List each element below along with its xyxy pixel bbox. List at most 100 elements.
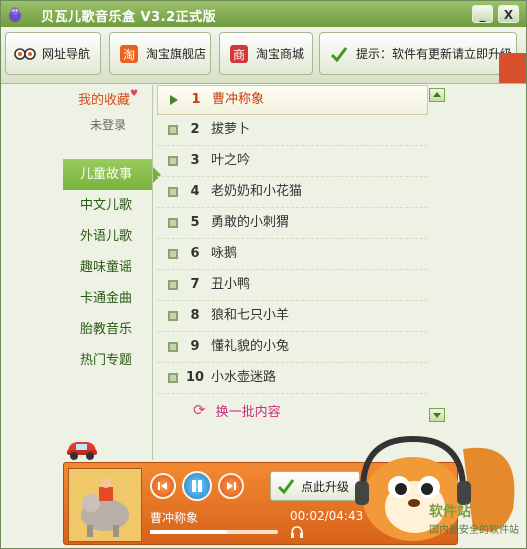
upgrade-button[interactable]: 点此升级: [270, 471, 360, 501]
favorites-panel[interactable]: 我的收藏♥ 未登录: [63, 89, 153, 133]
scroll-up-button[interactable]: [429, 88, 445, 102]
taobao-mall-button[interactable]: 商 淘宝商城: [219, 32, 313, 75]
playlist-row[interactable]: 1 曹冲称象: [157, 85, 428, 115]
playlist-row[interactable]: 8 狼和七只小羊: [157, 301, 428, 332]
playlist: 1 曹冲称象 2 拔萝卜 3 叶之吟 4 老奶奶和小花猫 5 勇敢的小刺猬 6 …: [157, 85, 428, 426]
mall-icon: 商: [228, 43, 250, 65]
app-window: 贝瓦儿歌音乐盒 V3.2正式版 _ X 网址导航 淘 淘宝旗舰店 商 淘宝商城: [0, 0, 527, 549]
list-icon: [163, 342, 183, 352]
track-number: 4: [190, 184, 200, 199]
refresh-list-button[interactable]: ⟳ 换一批内容: [157, 394, 428, 426]
list-icon: [163, 156, 183, 166]
watermark: 软件站 国内最安全的软件站: [429, 501, 519, 536]
category-item[interactable]: 儿童故事: [63, 159, 161, 190]
taobao-store-button[interactable]: 淘 淘宝旗舰店: [109, 32, 211, 75]
svg-text:淘: 淘: [123, 48, 135, 62]
list-icon: [163, 187, 183, 197]
update-hint-label: 提示：软件有更新请立即升级: [356, 47, 513, 61]
headphones-icon: [291, 526, 303, 538]
category-item[interactable]: 胎教音乐: [63, 314, 153, 345]
next-button[interactable]: [218, 473, 244, 499]
play-indicator-icon: [164, 95, 184, 105]
playlist-row[interactable]: 3 叶之吟: [157, 146, 428, 177]
playlist-scrollbar[interactable]: [429, 86, 446, 426]
previous-button[interactable]: [150, 473, 176, 499]
volume-control[interactable]: [290, 525, 336, 539]
track-title: 叶之吟: [211, 153, 251, 168]
arrow-up-icon: [433, 92, 441, 97]
car-icon: [67, 442, 97, 460]
track-number: 3: [190, 153, 200, 168]
app-icon: [9, 7, 21, 22]
track-title: 勇敢的小刺猬: [211, 215, 290, 230]
favorites-title-row: 我的收藏♥: [63, 89, 153, 108]
svg-text:商: 商: [233, 47, 245, 62]
corner-ribbon: [499, 53, 526, 83]
upgrade-label: 点此升级: [301, 479, 350, 494]
category-item[interactable]: 热门专题: [63, 345, 153, 376]
next-icon: [227, 482, 236, 490]
track-number: 1: [191, 92, 201, 107]
list-icon: [163, 125, 183, 135]
list-icon: [163, 218, 183, 228]
track-title: 曹冲称象: [212, 92, 265, 107]
category-item[interactable]: 外语儿歌: [63, 221, 153, 252]
list-icon: [163, 280, 183, 290]
track-number: 10: [185, 370, 205, 385]
favorites-title[interactable]: 我的收藏: [78, 93, 130, 108]
taobao-icon: 淘: [118, 43, 140, 65]
playlist-row[interactable]: 7 丑小鸭: [157, 270, 428, 301]
login-status[interactable]: 未登录: [63, 116, 153, 133]
playlist-row[interactable]: 5 勇敢的小刺猬: [157, 208, 428, 239]
track-title: 狼和七只小羊: [211, 308, 290, 323]
list-icon: [163, 373, 183, 383]
track-title: 丑小鸭: [211, 277, 251, 292]
playlist-row[interactable]: 6 咏鹅: [157, 239, 428, 270]
close-button[interactable]: X: [498, 5, 519, 23]
track-number: 7: [190, 277, 200, 292]
panel-divider: [152, 85, 153, 460]
minimize-button[interactable]: _: [472, 5, 493, 23]
category-item[interactable]: 卡通金曲: [63, 283, 153, 314]
pause-icon: [192, 480, 202, 492]
heart-icon: ♥: [129, 89, 139, 99]
update-hint-button[interactable]: 提示：软件有更新请立即升级: [319, 32, 517, 75]
watermark-line2: 国内最安全的软件站: [429, 525, 519, 536]
previous-icon: [158, 482, 167, 490]
track-title: 咏鹅: [211, 246, 238, 261]
category-list: 儿童故事 中文儿歌 外语儿歌 趣味童谣 卡通金曲 胎教音乐 热门专题: [63, 159, 161, 376]
taobao-store-label: 淘宝旗舰店: [146, 47, 207, 61]
list-icon: [163, 249, 183, 259]
playlist-row[interactable]: 9 懂礼貌的小兔: [157, 332, 428, 363]
track-number: 2: [190, 122, 200, 137]
track-title: 老奶奶和小花猫: [211, 184, 303, 199]
track-number: 8: [190, 308, 200, 323]
watermark-line1: 软件站: [429, 504, 471, 520]
album-cover: [68, 468, 142, 542]
playlist-row[interactable]: 4 老奶奶和小花猫: [157, 177, 428, 208]
track-number: 6: [190, 246, 200, 261]
now-playing-title: 曹冲称象: [150, 511, 199, 525]
title-bar[interactable]: 贝瓦儿歌音乐盒 V3.2正式版 _ X: [1, 1, 526, 27]
progress-fill: [150, 530, 227, 534]
category-item[interactable]: 中文儿歌: [63, 190, 153, 221]
progress-bar[interactable]: [150, 530, 278, 534]
track-number: 5: [190, 215, 200, 230]
arrow-down-icon: [433, 413, 441, 418]
track-number: 9: [190, 339, 200, 354]
nav-links-button[interactable]: 网址导航: [5, 32, 101, 75]
refresh-icon: ⟳: [193, 401, 206, 419]
track-title: 小水壶迷路: [211, 370, 277, 385]
scroll-down-button[interactable]: [429, 408, 445, 422]
check-icon: [328, 43, 350, 65]
taobao-mall-label: 淘宝商城: [256, 47, 305, 61]
category-item[interactable]: 趣味童谣: [63, 252, 153, 283]
check-icon: [277, 479, 295, 494]
glasses-icon: [14, 43, 36, 65]
pause-button[interactable]: [182, 471, 212, 501]
playlist-row[interactable]: 10 小水壶迷路: [157, 363, 428, 394]
toolbar: 网址导航 淘 淘宝旗舰店 商 淘宝商城 提示：软件有更新请立即升级: [1, 27, 526, 84]
track-title: 懂礼貌的小兔: [211, 339, 290, 354]
nav-links-label: 网址导航: [42, 47, 91, 61]
playlist-row[interactable]: 2 拔萝卜: [157, 115, 428, 146]
